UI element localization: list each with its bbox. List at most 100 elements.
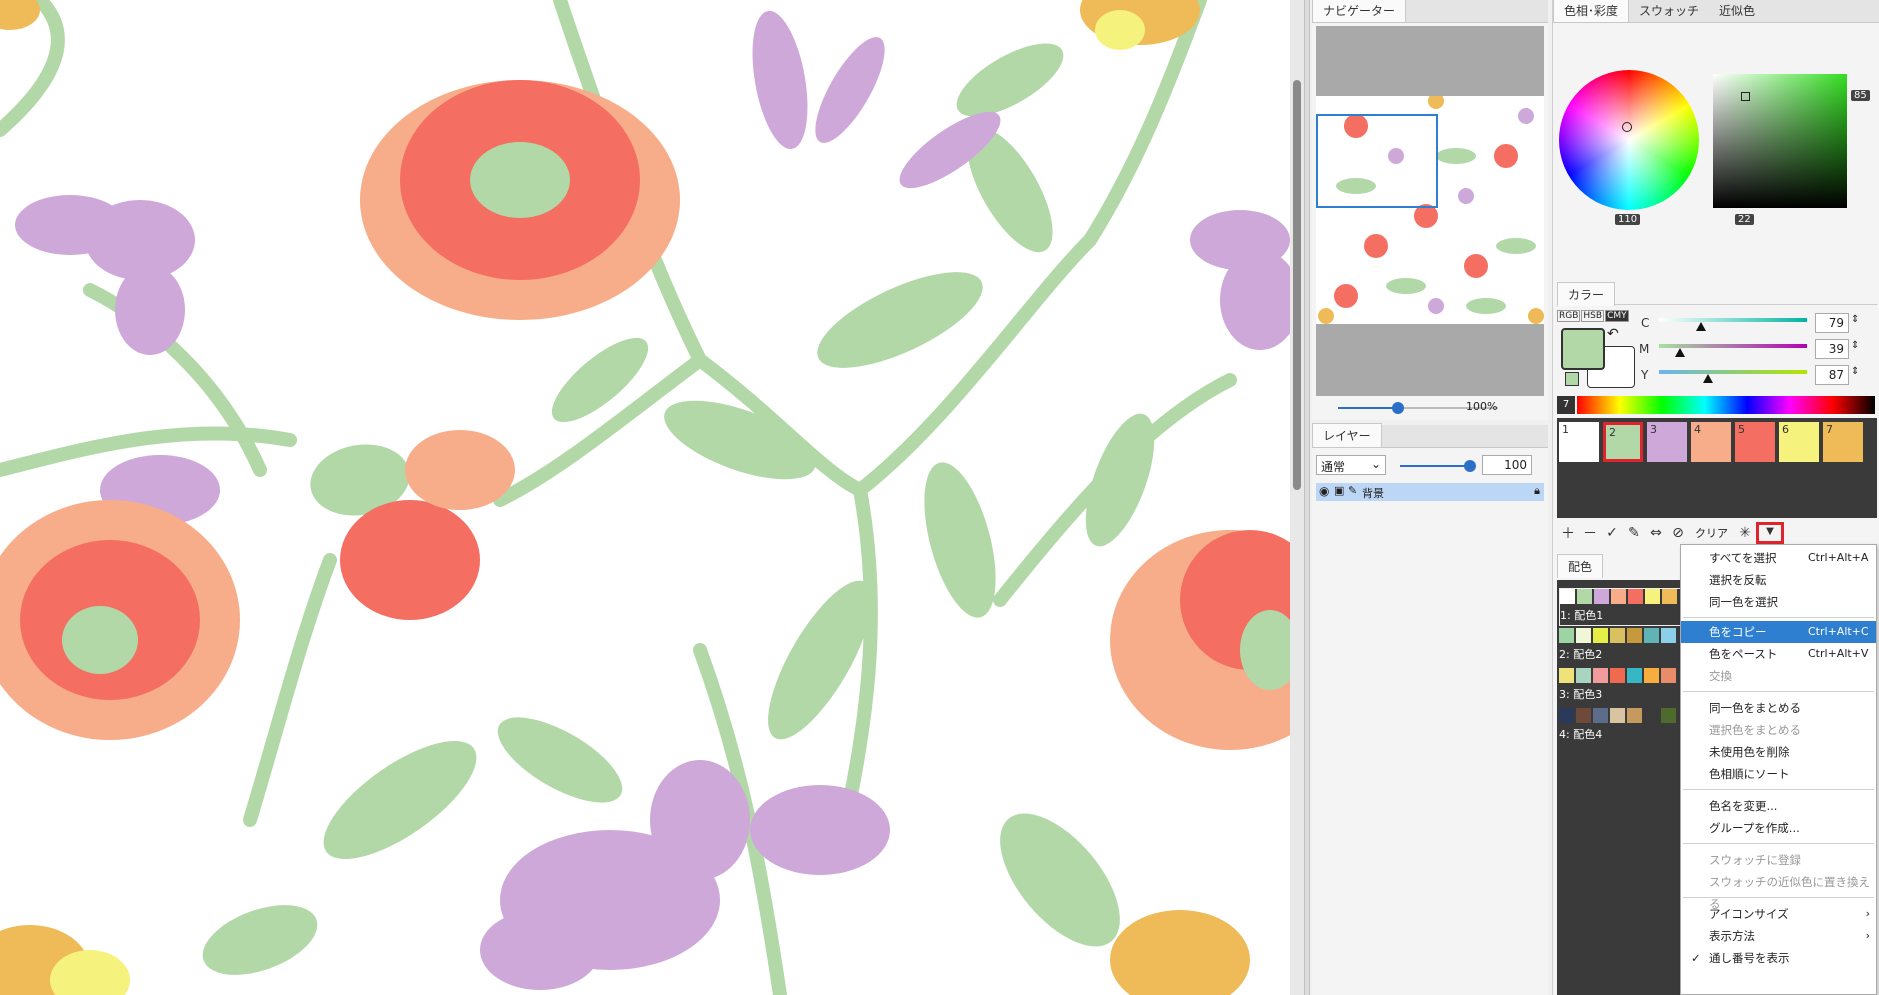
navigator-view[interactable] [1316,26,1544,396]
layer-row-background[interactable]: ◉ ▣ ✎ 背景 🔒︎ [1316,483,1544,501]
swap-icon[interactable]: ⇔ [1645,525,1667,541]
opacity-slider-knob[interactable] [1464,460,1476,472]
menu-item-register-swatch[interactable]: スウォッチに登録 [1681,849,1876,871]
m-input[interactable]: 39 [1815,339,1849,359]
menu-item-paste-color[interactable]: 色をペースト Ctrl+Alt+V [1681,643,1876,665]
panel-divider[interactable] [1304,0,1310,995]
clear-button[interactable]: クリア [1689,525,1734,541]
transparent-color-chip[interactable] [1565,372,1579,386]
c-label: C [1641,316,1650,330]
tab-haishoku[interactable]: 配色 [1557,554,1604,578]
c-input[interactable]: 79 [1815,313,1849,333]
tab-layer[interactable]: レイヤー [1312,423,1382,447]
menu-item-label: 同一色を選択 [1709,595,1778,609]
menu-item-replace-with-swatch[interactable]: スウォッチの近似色に置き換える [1681,871,1876,911]
m-label: M [1639,342,1650,356]
opacity-input[interactable]: 100 [1482,455,1532,475]
haishoku-row-1[interactable]: 1: 配色1 [1559,588,1697,626]
hue-wheel[interactable] [1559,70,1699,210]
haishoku-row-3[interactable]: 3: 配色3 [1559,668,1695,704]
zoom-slider-knob[interactable] [1392,402,1404,414]
swatch-3[interactable]: 3 [1647,422,1687,462]
menu-item-label: 交換 [1709,669,1732,683]
haishoku-cell [1576,708,1591,723]
c-slider-track[interactable] [1659,318,1807,322]
swatch-5[interactable]: 5 [1735,422,1775,462]
lock-icon[interactable]: 🔒︎ [1534,484,1540,498]
zoom-slider-fill [1338,407,1398,409]
haishoku-cell [1593,668,1608,683]
mode-hsb[interactable]: HSB [1581,310,1605,322]
prohibit-icon[interactable]: ⊘ [1667,525,1689,541]
m-slider-knob[interactable] [1675,348,1685,357]
sparkle-icon[interactable]: ✳ [1734,525,1756,541]
add-icon[interactable]: ＋ [1557,523,1579,543]
eye-icon[interactable]: ◉ [1319,484,1329,498]
menu-item-create-group[interactable]: グループを作成... [1681,817,1876,839]
opacity-slider-track[interactable] [1400,465,1470,467]
haishoku-cell [1577,589,1592,604]
spectrum-bar[interactable] [1577,396,1875,414]
menu-item-delete-unused[interactable]: 未使用色を削除 [1681,741,1876,763]
menu-item-show-serial-number[interactable]: ✓ 通し番号を表示 [1681,947,1876,969]
y-input[interactable]: 87 [1815,365,1849,385]
canvas-vertical-scrollbar[interactable] [1290,0,1304,995]
m-stepper-icon[interactable]: ⇕ [1851,340,1859,351]
hue-marker[interactable] [1622,122,1632,132]
menu-item-merge-same-colors[interactable]: 同一色をまとめる [1681,697,1876,719]
menu-item-display-mode[interactable]: 表示方法 › [1681,925,1876,947]
haishoku-row-4[interactable]: 4: 配色4 [1559,708,1695,744]
y-stepper-icon[interactable]: ⇕ [1851,366,1859,377]
menu-item-copy-color[interactable]: 色をコピー Ctrl+Alt+C [1681,621,1876,643]
blend-mode-select[interactable]: 通常 ⌄ [1316,455,1386,475]
haishoku-cell [1559,628,1574,643]
tab-color[interactable]: カラー [1557,282,1616,306]
y-value: 87 [1828,368,1844,382]
swatch-label: 4 [1694,423,1701,436]
tab-similar-colors[interactable]: 近似色 [1709,0,1765,22]
main-color-chip[interactable] [1561,328,1605,370]
lock-pixel-icon[interactable]: ▣ [1334,484,1344,497]
haishoku-cell [1559,708,1574,723]
navigator-view-rect[interactable] [1316,114,1438,208]
scrollbar-thumb[interactable] [1293,80,1301,490]
menu-item-merge-selected-colors[interactable]: 選択色をまとめる [1681,719,1876,741]
swatch-7[interactable]: 7 [1823,422,1863,462]
haishoku-cell [1661,668,1676,683]
saturation-value-square[interactable] [1713,74,1847,208]
edit-icon[interactable]: ✎ [1623,525,1645,541]
menu-item-invert-selection[interactable]: 選択を反転 [1681,569,1876,591]
drawing-canvas[interactable] [0,0,1290,995]
menu-dropdown-button[interactable]: ▼ [1756,522,1784,544]
remove-icon[interactable]: － [1579,523,1601,543]
y-slider-knob[interactable] [1703,374,1713,383]
tab-hue-saturation[interactable]: 色相･彩度 [1553,0,1630,22]
mode-cmy[interactable]: CMY [1605,310,1629,322]
menu-item-select-same-color[interactable]: 同一色を選択 [1681,591,1876,613]
tab-swatch[interactable]: スウォッチ [1629,0,1709,22]
swatch-4[interactable]: 4 [1691,422,1731,462]
mode-rgb[interactable]: RGB [1557,310,1581,322]
menu-item-icon-size[interactable]: アイコンサイズ › [1681,903,1876,925]
c-slider-knob[interactable] [1696,322,1706,331]
tab-navigator[interactable]: ナビゲーター [1312,0,1407,22]
chevron-right-icon: › [1865,907,1870,920]
swatch-2[interactable]: 2 [1603,422,1643,462]
menu-item-sort-by-hue[interactable]: 色相順にソート [1681,763,1876,785]
haishoku-row-2[interactable]: 2: 配色2 [1559,628,1695,664]
y-slider-track[interactable] [1659,370,1807,374]
saturation-value: 22 [1735,214,1754,225]
check-icon[interactable]: ✓ [1601,525,1623,541]
menu-item-label: 選択を反転 [1709,573,1767,587]
swatch-6[interactable]: 6 [1779,422,1819,462]
swatch-1[interactable]: 1 [1559,422,1599,462]
c-stepper-icon[interactable]: ⇕ [1851,314,1859,325]
pen-icon[interactable]: ✎ [1348,484,1357,497]
color-section-header: カラー [1557,280,1877,306]
chevron-right-icon: › [1865,929,1870,942]
sv-marker[interactable] [1741,92,1750,101]
menu-item-exchange[interactable]: 交換 [1681,665,1876,687]
menu-item-select-all[interactable]: すべてを選択 Ctrl+Alt+A [1681,547,1876,569]
menu-item-rename-color[interactable]: 色名を変更... [1681,795,1876,817]
swap-color-icon[interactable]: ↶ [1607,326,1619,342]
